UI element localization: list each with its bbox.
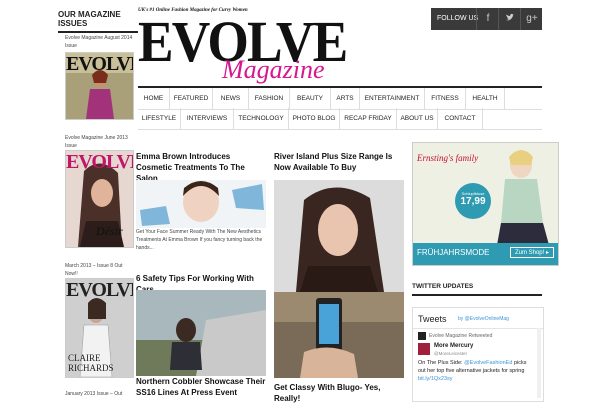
nav-item-interviews[interactable]: INTERVIEWS	[181, 108, 234, 129]
article-image-river-island[interactable]	[274, 180, 404, 292]
cover-footer-text: CLAIRE RICHARDS	[68, 353, 114, 373]
twitter-by-handle[interactable]: by @EvolveOnlineMag	[458, 316, 509, 322]
article-image-graphic	[136, 180, 266, 228]
nav-item-entertainment[interactable]: ENTERTAINMENT	[360, 88, 425, 109]
tweet-text: On The Plus Side: @EvolveFashionEd picks…	[418, 359, 533, 383]
google-plus-icon[interactable]: g+	[520, 8, 543, 30]
facebook-icon[interactable]: f	[476, 8, 499, 30]
magazine-issues-sidebar: OUR MAGAZINE ISSUES Evolve Magazine Augu…	[58, 0, 138, 400]
cover-masthead: EVOLVE	[66, 279, 133, 301]
nav-item-featured[interactable]: FEATURED	[170, 88, 213, 109]
twitter-widget: Tweets by @EvolveOnlineMag Evolve Magazi…	[412, 307, 544, 402]
nav-item-fashion[interactable]: FASHION	[249, 88, 290, 109]
ad-price-badge: Schlupfbluse 17,99	[455, 183, 491, 219]
article-image-cosmetic[interactable]	[136, 180, 266, 228]
advertisement-banner[interactable]: Ernsting's family Schlupfbluse 17,99 FRÜ…	[412, 142, 559, 266]
nav-item-lifestyle[interactable]: LIFESTYLE	[138, 108, 181, 129]
tweet-user-handle[interactable]: @MoreLeicester	[434, 351, 467, 356]
article-image-graphic	[274, 180, 404, 292]
article-image-graphic	[136, 290, 266, 376]
follow-us-label: FOLLOW US	[437, 15, 479, 22]
tweet-mention[interactable]: @EvolveFashionEd	[464, 360, 512, 366]
tweet-prefix: On The Plus Side:	[418, 360, 465, 366]
retweet-avatar	[418, 332, 426, 340]
nav-item-home[interactable]: HOME	[138, 88, 170, 109]
article-image-blugo[interactable]	[274, 292, 404, 378]
nav-item-beauty[interactable]: BEAUTY	[290, 88, 331, 109]
article-title[interactable]: River Island Plus Size Range Is Now Avai…	[274, 151, 404, 173]
tweet-avatar[interactable]	[418, 343, 430, 355]
twitter-tweets-label: Tweets	[418, 314, 447, 324]
issue-caption[interactable]: March 2013 – Issue 8 Out Now!!	[65, 262, 135, 278]
issue-cover-june-2013[interactable]: EVOLVE Désir	[65, 150, 134, 248]
nav-item-photo-blog[interactable]: PHOTO BLOG	[289, 108, 340, 129]
twitter-scrollbar[interactable]	[537, 328, 541, 398]
article-title[interactable]: Northern Cobbler Showcase Their SS16 Lin…	[136, 376, 266, 398]
nav-item-health[interactable]: HEALTH	[466, 88, 505, 109]
article-image-graphic	[274, 292, 404, 378]
issue-caption[interactable]: Evolve Magazine August 2014 Issue	[65, 34, 135, 50]
article-excerpt: Get Your Face Summer Ready With The New …	[136, 229, 263, 251]
twitter-icon[interactable]	[498, 8, 521, 30]
nav-item-fitness[interactable]: FITNESS	[425, 88, 466, 109]
nav-item-technology[interactable]: TECHNOLOGY	[234, 108, 289, 129]
nav-item-contact[interactable]: CONTACT	[438, 108, 483, 129]
sidebar-title: OUR MAGAZINE ISSUES	[58, 0, 138, 33]
ad-footer-bar: FRÜHJAHRSMODE Zum Shop! ▸	[413, 243, 558, 265]
nav-item-arts[interactable]: ARTS	[331, 88, 360, 109]
ad-banner-text: FRÜHJAHRSMODE	[417, 248, 490, 257]
issue-cover-march-2013[interactable]: EVOLVE CLAIRE RICHARDS	[65, 278, 134, 378]
nav-row-primary: HOME FEATURED NEWS FASHION BEAUTY ARTS E…	[138, 86, 542, 110]
nav-item-about-us[interactable]: ABOUT US	[397, 108, 438, 129]
nav-item-recap-friday[interactable]: RECAP FRIDAY	[340, 108, 397, 129]
ad-shop-button[interactable]: Zum Shop! ▸	[509, 247, 554, 258]
cover-masthead: EVOLVE	[66, 151, 133, 173]
nav-item-news[interactable]: NEWS	[213, 88, 249, 109]
follow-us-bar: FOLLOW US f g+	[431, 8, 542, 30]
twitter-section-title: TWITTER UPDATES	[412, 283, 542, 296]
issue-cover-august-2014[interactable]: EVOLVE	[65, 52, 134, 120]
article-title[interactable]: Get Classy With Blugo- Yes, Really!	[274, 382, 404, 404]
nav-row-secondary: LIFESTYLE INTERVIEWS TECHNOLOGY PHOTO BL…	[138, 108, 542, 130]
twitter-divider	[413, 328, 543, 329]
issue-caption[interactable]: Evolve Magazine June 2013 Issue	[65, 134, 135, 150]
retweet-line: Evolve Magazine Retweeted	[429, 333, 493, 339]
main-navigation: HOME FEATURED NEWS FASHION BEAUTY ARTS E…	[138, 86, 542, 130]
site-logo-subtitle[interactable]: Magazine	[222, 56, 325, 84]
cover-model-image	[66, 70, 133, 119]
cover-footer-text: Désir	[96, 224, 123, 238]
ad-price: 17,99	[460, 196, 486, 207]
article-image-car-safety[interactable]	[136, 290, 266, 376]
tweet-link[interactable]: bit.ly/1Qx23sy	[418, 376, 453, 382]
tweet-user-name[interactable]: More Mercury	[434, 343, 473, 349]
issue-caption[interactable]: January 2013 Issue – Out	[65, 390, 135, 398]
